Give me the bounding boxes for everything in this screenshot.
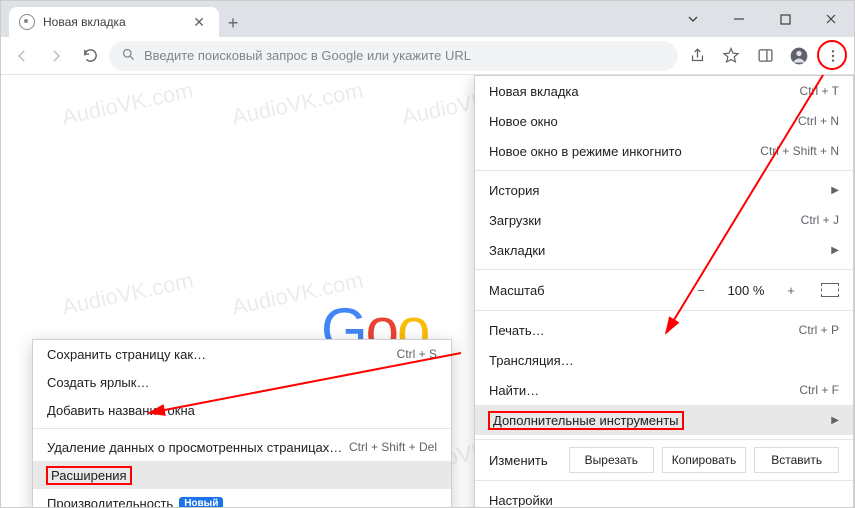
save-page-item[interactable]: Сохранить страницу как… Ctrl + S xyxy=(33,340,451,368)
cut-button[interactable]: Вырезать xyxy=(569,447,654,473)
main-menu-button[interactable] xyxy=(818,41,848,71)
dropdown-icon[interactable] xyxy=(670,1,716,37)
menu-separator xyxy=(475,269,853,270)
profile-button[interactable] xyxy=(784,41,814,71)
chevron-right-icon: ▶ xyxy=(831,245,839,256)
browser-tab[interactable]: Новая вкладка ✕ xyxy=(9,7,219,37)
bookmarks-item[interactable]: Закладки ▶ xyxy=(475,235,853,265)
close-window-button[interactable] xyxy=(808,1,854,37)
print-item[interactable]: Печать… Ctrl + P xyxy=(475,315,853,345)
copy-button[interactable]: Копировать xyxy=(662,447,747,473)
settings-item[interactable]: Настройки xyxy=(475,485,853,507)
side-panel-button[interactable] xyxy=(750,41,780,71)
menu-separator xyxy=(475,439,853,440)
extensions-item[interactable]: Расширения xyxy=(33,461,451,489)
window-controls xyxy=(670,1,854,37)
new-tab-button[interactable]: + xyxy=(219,9,247,37)
browser-window: Новая вкладка ✕ + Введите поисковый запр… xyxy=(0,0,855,508)
zoom-in-button[interactable]: + xyxy=(779,283,803,298)
name-window-item[interactable]: Добавить название окна xyxy=(33,396,451,424)
main-dropdown-menu: Новая вкладка Ctrl + T Новое окно Ctrl +… xyxy=(474,75,854,507)
chevron-right-icon: ▶ xyxy=(831,415,839,426)
address-bar[interactable]: Введите поисковый запрос в Google или ук… xyxy=(109,41,678,71)
more-tools-submenu: Сохранить страницу как… Ctrl + S Создать… xyxy=(32,339,452,507)
create-shortcut-item[interactable]: Создать ярлык… xyxy=(33,368,451,396)
menu-separator xyxy=(475,170,853,171)
paste-button[interactable]: Вставить xyxy=(754,447,839,473)
zoom-out-button[interactable]: − xyxy=(689,283,713,298)
edit-row: Изменить Вырезать Копировать Вставить xyxy=(475,444,853,476)
toolbar: Введите поисковый запрос в Google или ук… xyxy=(1,37,854,75)
content-area: Goo ✓ w Сохранить страницу как… Ctrl + S… xyxy=(1,75,854,507)
minimize-button[interactable] xyxy=(716,1,762,37)
find-item[interactable]: Найти… Ctrl + F xyxy=(475,375,853,405)
bookmarks-button[interactable] xyxy=(716,41,746,71)
back-button[interactable] xyxy=(7,41,37,71)
chevron-right-icon: ▶ xyxy=(831,185,839,196)
extensions-label-highlighted: Расширения xyxy=(47,467,131,484)
search-icon xyxy=(121,47,136,65)
maximize-button[interactable] xyxy=(762,1,808,37)
more-tools-label-highlighted: Дополнительные инструменты xyxy=(489,412,683,429)
new-window-item[interactable]: Новое окно Ctrl + N xyxy=(475,106,853,136)
clear-browsing-data-item[interactable]: Удаление данных о просмотренных страница… xyxy=(33,433,451,461)
downloads-item[interactable]: Загрузки Ctrl + J xyxy=(475,205,853,235)
address-bar-placeholder: Введите поисковый запрос в Google или ук… xyxy=(144,48,471,63)
history-item[interactable]: История ▶ xyxy=(475,175,853,205)
menu-separator xyxy=(33,428,451,429)
title-bar: Новая вкладка ✕ + xyxy=(1,1,854,37)
tab-favicon xyxy=(19,14,35,30)
new-badge: Новый xyxy=(179,497,223,508)
more-tools-item[interactable]: Дополнительные инструменты ▶ xyxy=(475,405,853,435)
cast-item[interactable]: Трансляция… xyxy=(475,345,853,375)
performance-item[interactable]: Производительность Новый xyxy=(33,489,451,507)
menu-separator xyxy=(475,310,853,311)
incognito-item[interactable]: Новое окно в режиме инкогнито Ctrl + Shi… xyxy=(475,136,853,166)
new-tab-item[interactable]: Новая вкладка Ctrl + T xyxy=(475,76,853,106)
zoom-row: Масштаб − 100 % + xyxy=(475,274,853,306)
share-button[interactable] xyxy=(682,41,712,71)
forward-button[interactable] xyxy=(41,41,71,71)
fullscreen-icon[interactable] xyxy=(821,283,839,297)
tab-title: Новая вкладка xyxy=(43,15,181,29)
menu-separator xyxy=(475,480,853,481)
reload-button[interactable] xyxy=(75,41,105,71)
close-tab-icon[interactable]: ✕ xyxy=(189,14,209,31)
zoom-value: 100 % xyxy=(723,283,769,298)
